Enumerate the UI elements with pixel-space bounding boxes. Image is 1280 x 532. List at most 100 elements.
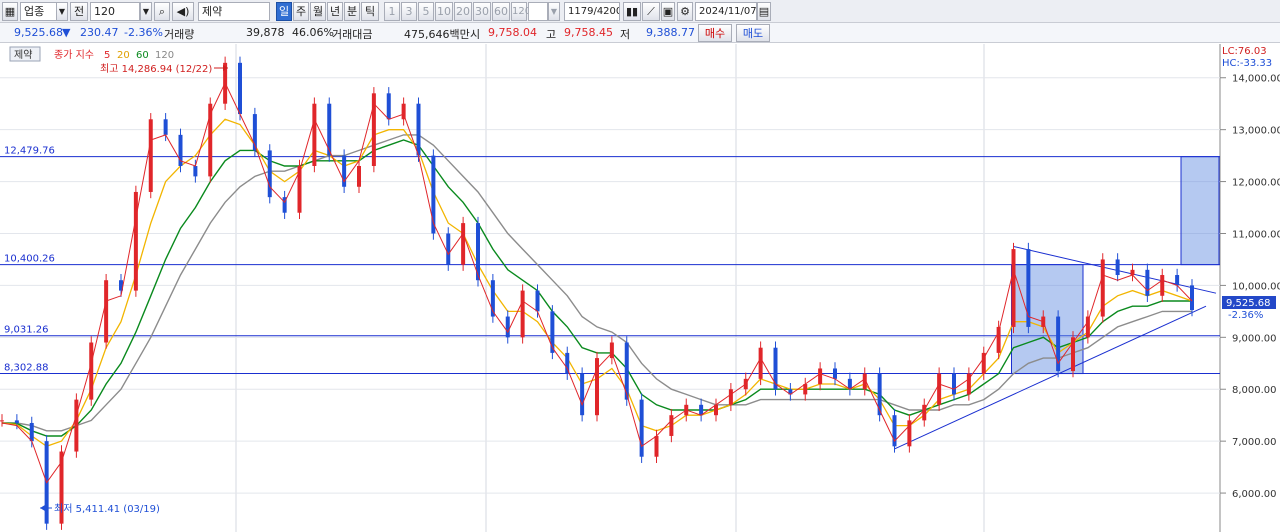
price-candle [505,316,510,338]
price-candle [728,389,733,405]
price-candle [758,347,763,379]
price-candle [446,233,451,265]
open-value: 9,758.04 [488,26,537,39]
price-candle [952,373,956,395]
price-candle [193,166,198,177]
y-tick-label: 11,000.00 [1232,229,1280,240]
period-dropdown-icon[interactable]: ▼ [140,2,152,21]
period-input[interactable]: 120 [90,2,140,21]
tab-month[interactable]: 월 [310,2,326,21]
y-tick-label: 7,000.00 [1232,437,1277,448]
calendar-icon[interactable]: ▤ [757,2,771,21]
interval-1-button[interactable]: 1 [384,2,400,21]
price-candle [312,103,317,166]
gear-icon[interactable]: ⚙ [677,2,693,21]
market-select-value: 업종 [24,5,45,18]
volume-value: 39,878 [246,26,285,39]
tab-minute[interactable]: 분 [344,2,360,21]
tab-day[interactable]: 일 [276,2,292,21]
price-candle [639,399,644,457]
support-resistance-label: 9,031.26 [4,325,49,336]
lc-label: LC:76.03 [1222,46,1267,57]
interval-30-button[interactable]: 30 [473,2,491,21]
count-display-value: 1179/4200 [568,6,620,17]
price-candle [937,373,942,405]
legend-tag: 제약 [14,49,32,61]
sector-input-value: 제약 [202,5,223,18]
interval-10-button[interactable]: 10 [435,2,453,21]
price-candle [833,368,837,379]
change-percent: -2.36% [124,26,163,39]
high-label: 고 [546,28,557,41]
tab-week[interactable]: 주 [293,2,309,21]
legend-ma60: 60 [136,50,149,61]
price-candle [163,119,168,135]
amount-value: 475,646백만 [404,28,470,41]
price-candle [104,280,109,343]
custom-interval-dropdown-icon[interactable]: ▼ [548,2,560,21]
price-candle [1115,259,1120,276]
support-resistance-label: 8,302.88 [4,363,49,374]
price-candle [29,422,34,442]
period-input-value: 120 [94,5,115,18]
interval-20-button[interactable]: 20 [454,2,472,21]
date-input[interactable]: 2024/11/07 [695,2,757,21]
volume-percent: 46.06% [292,26,334,39]
price-candle [461,223,466,265]
legend-ma5: 5 [104,50,110,61]
sell-button[interactable]: 매도 [736,24,770,42]
prev-button[interactable]: 전 [70,2,88,21]
amount-label: 거래대금 [332,28,373,41]
interval-60-button[interactable]: 60 [492,2,510,21]
y-tick-label: 6,000.00 [1232,489,1277,500]
interval-120-button[interactable]: 120 [511,2,531,21]
save-icon[interactable]: ▣ [661,2,675,21]
low-marker-label: 최저 5,411.41 (03/19) [54,503,160,515]
volume-label: 거래량 [164,28,195,41]
high-marker-label: 최고 14,286.94 (12/22) [100,63,212,75]
legend-index-label: 종가 지수 [54,49,94,61]
down-arrow-icon: ▼ [62,26,71,39]
target-box [1180,156,1220,266]
open-label: 시 [470,28,481,41]
price-candle [1160,275,1165,296]
interval-5-button[interactable]: 5 [418,2,434,21]
price-candle [133,191,138,291]
market-dropdown-icon[interactable]: ▼ [56,2,68,21]
line-icon[interactable]: ⟋ [642,2,660,21]
price-candle [238,62,242,115]
price-candle [1085,316,1090,338]
price-candle [520,290,525,338]
search-icon[interactable]: ⌕ [154,2,170,21]
quote-bar: 9,525.68 ▼ 230.47 -2.36% 거래량 39,878 46.0… [0,23,1280,43]
current-pct-label: -2.36% [1228,310,1263,321]
price-candle [74,399,79,452]
y-tick-label: 13,000.00 [1232,126,1280,137]
grid-icon[interactable]: ▦ [2,2,18,21]
price-candle [386,93,391,120]
price-chart[interactable]: 14,000.00 13,000.00 12,000.00 11,000.00 10,0… [0,44,1280,532]
current-price-badge-label: 9,525.68 [1226,298,1271,309]
tab-year[interactable]: 년 [327,2,343,21]
low-value: 9,388.77 [646,26,695,39]
custom-interval-input[interactable] [528,2,548,21]
speaker-icon[interactable]: ◀) [172,2,194,21]
price-candle [267,150,272,198]
support-resistance-label: 10,400.26 [4,254,55,265]
y-tick-label: 12,000.00 [1232,178,1280,189]
buy-button[interactable]: 매수 [698,24,732,42]
tab-tick[interactable]: 틱 [361,2,379,21]
count-display: 1179/4200 [564,2,620,21]
sector-input[interactable]: 제약 [198,2,270,21]
price-candle [1011,249,1016,327]
price-candle [357,166,361,187]
toolbar: ▦ 업종 ▼ 전 120 ▼ ⌕ ◀) 제약 일 주 월 년 분 틱 1 3 5… [0,0,1280,23]
low-label: 저 [620,28,631,41]
price-candle [654,435,659,457]
support-resistance-label: 12,479.76 [4,146,55,157]
candle-icon[interactable]: ▮▮ [623,2,641,21]
price-candle [0,420,4,422]
interval-3-button[interactable]: 3 [401,2,417,21]
y-tick-label: 9,000.00 [1232,333,1277,344]
y-tick-label: 8,000.00 [1232,385,1277,396]
